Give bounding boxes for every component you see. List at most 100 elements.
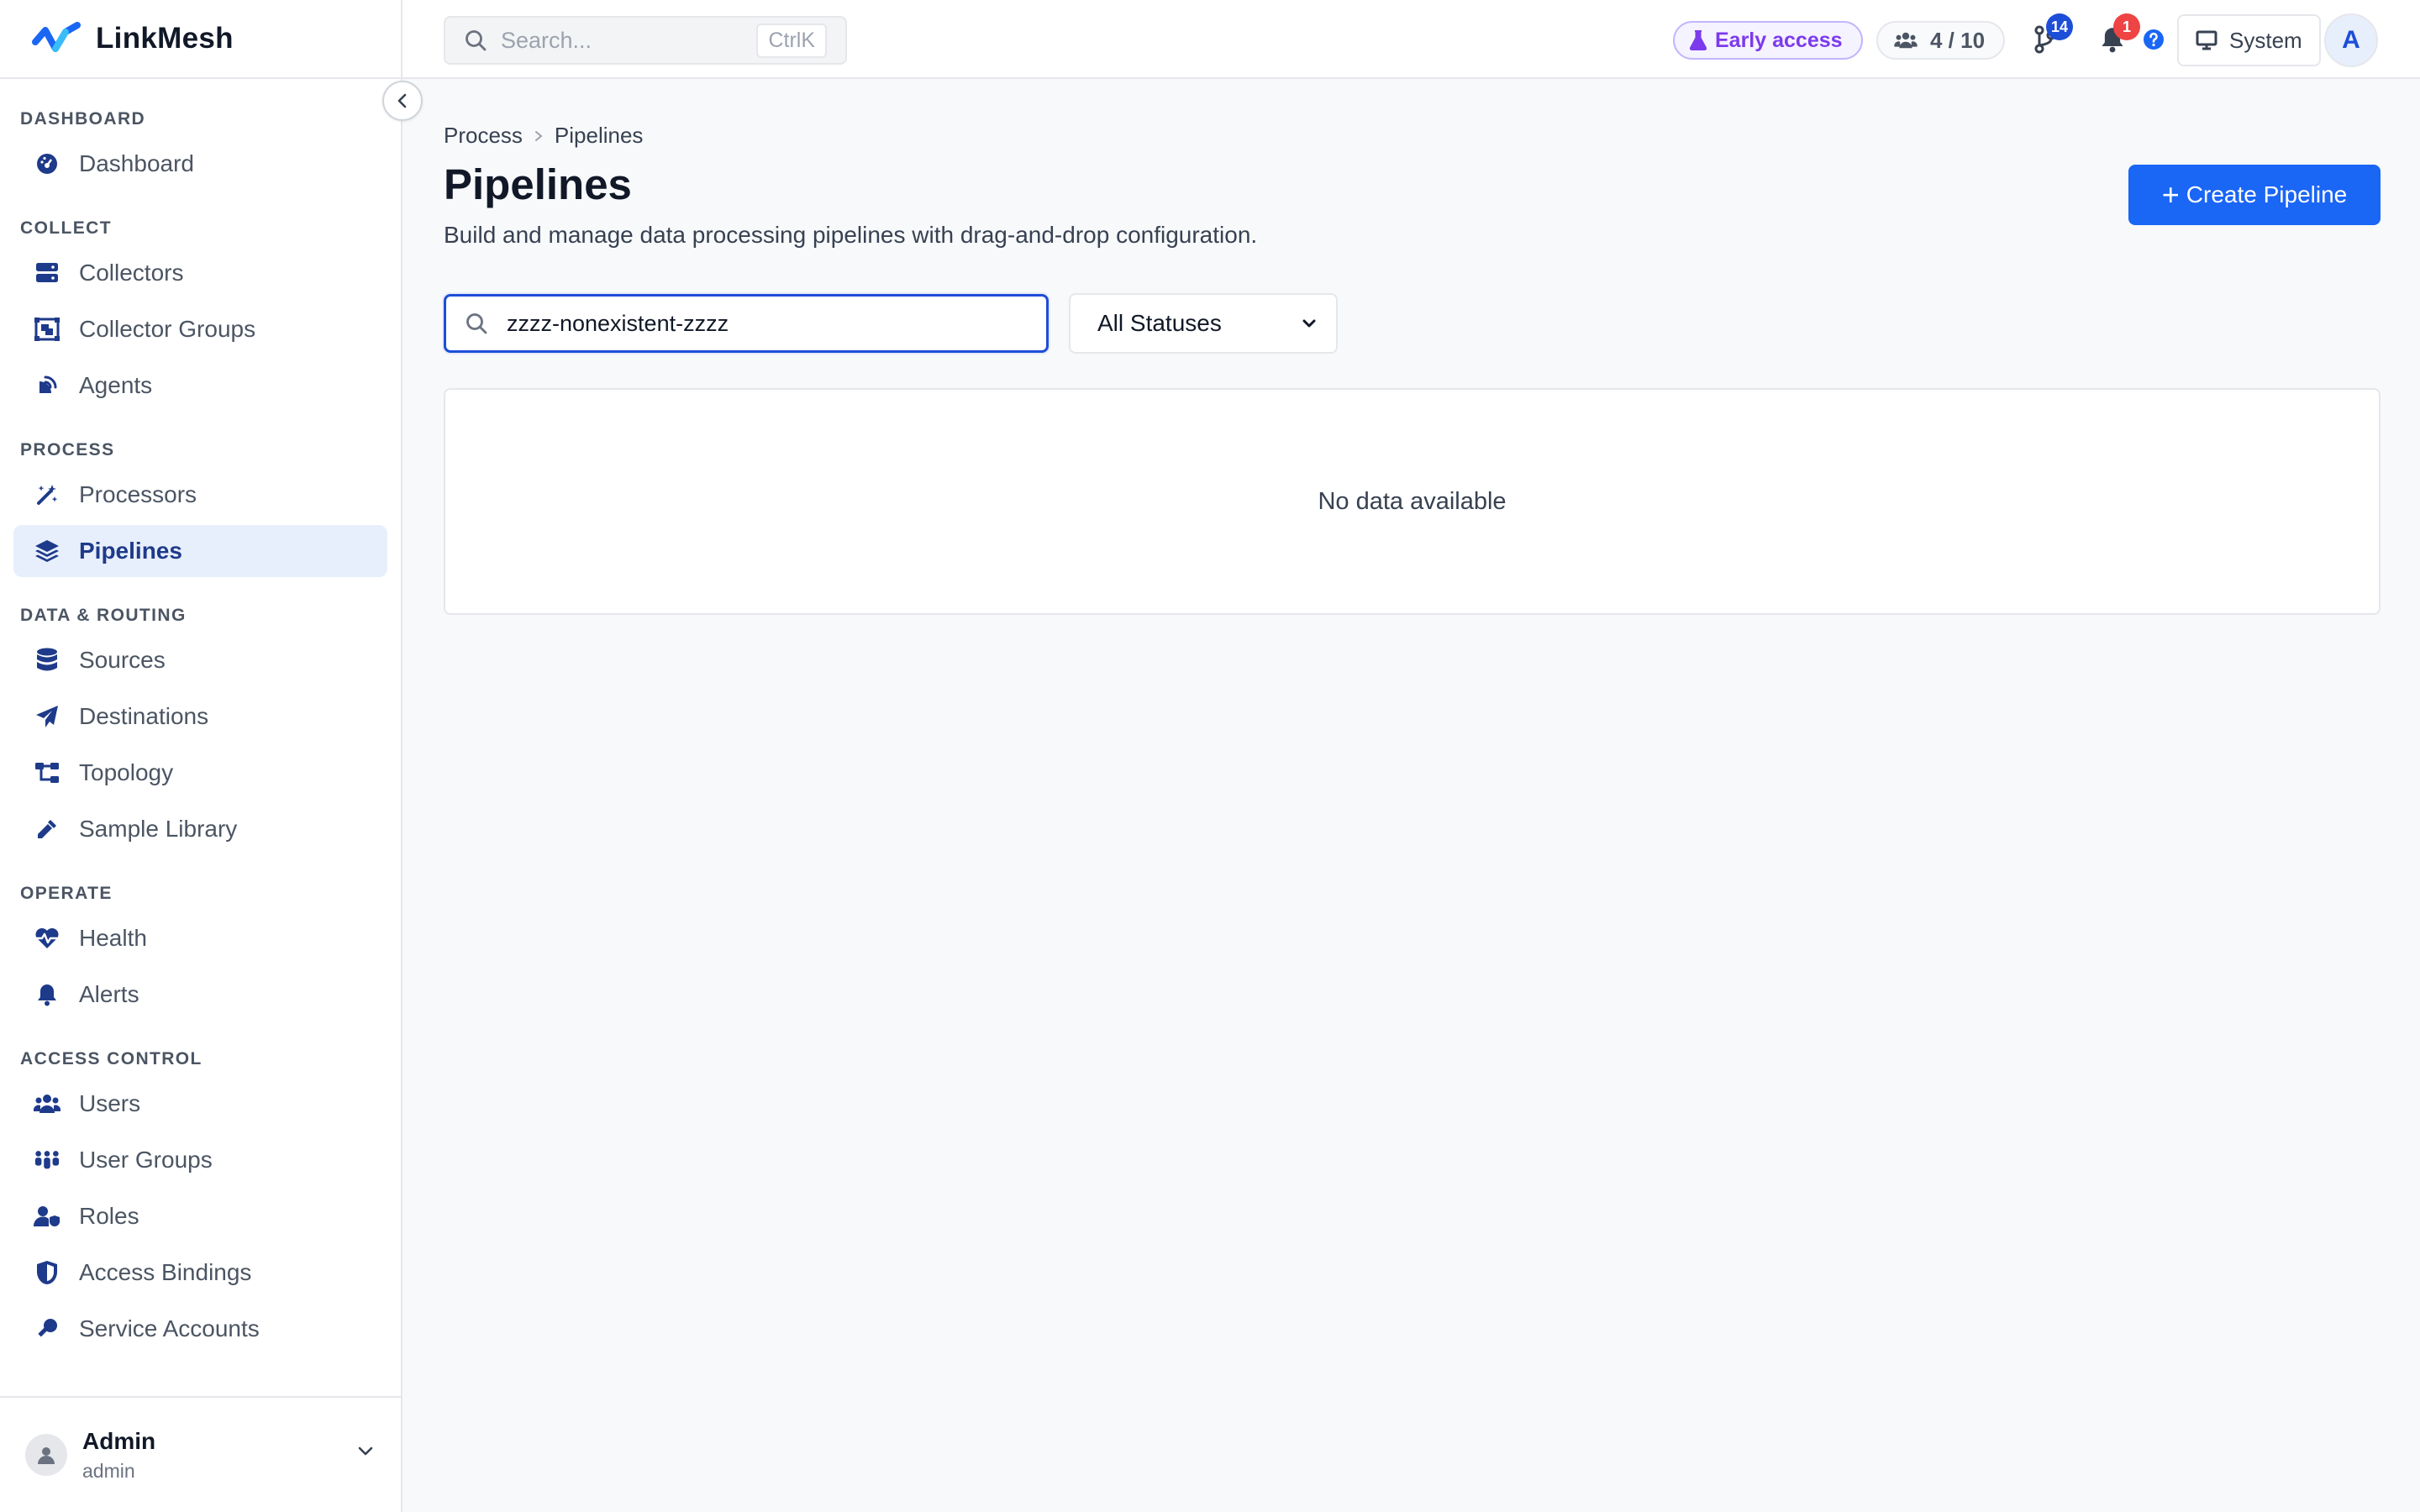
section-title: ACCESS CONTROL [20,1049,203,1068]
nav-section-data-routing: DATA & ROUTING Sources Destinations Topo… [13,606,387,855]
sidebar-item-alerts[interactable]: Alerts [13,969,387,1021]
git-count-badge: 14 [2046,13,2074,40]
git-changes-button[interactable]: 14 [2024,13,2074,60]
nav-section-collect: COLLECT Collectors Collector Groups Agen… [13,218,387,412]
users-icon [34,1090,60,1117]
search-value: zzzz-nonexistent-zzzz [507,310,729,336]
pipeline-search-input[interactable]: zzzz-nonexistent-zzzz [444,294,1049,353]
breadcrumb-current: Pipelines [554,123,644,148]
sidebar-nav: DASHBOARD Dashboard COLLECT Collectors C… [0,81,401,1396]
section-title: DASHBOARD [20,109,146,129]
user-menu[interactable]: Admin admin [0,1396,401,1512]
brand-name: LinkMesh [96,22,234,55]
sitemap-icon [34,759,60,786]
shield-icon [34,1259,60,1286]
global-search-input[interactable]: Search... CtrlK [444,16,847,65]
seats-count: 4 / 10 [1930,27,1986,53]
section-title: DATA & ROUTING [20,606,187,625]
sidebar-item-collectors[interactable]: Collectors [13,247,387,299]
search-shortcut: CtrlK [756,23,827,58]
users-icon [1894,32,1918,49]
sidebar-item-label: Pipelines [79,538,182,564]
sidebar-item-label: Agents [79,372,153,398]
section-title: COLLECT [20,218,112,238]
seats-badge[interactable]: 4 / 10 [1876,21,2006,60]
user-name: Admin [82,1427,156,1454]
sidebar-item-label: Collector Groups [79,316,256,342]
status-selected: All Statuses [1097,310,1222,336]
satellite-dish-icon [34,372,60,399]
sidebar-item-label: Health [79,925,147,951]
user-shield-icon [34,1203,60,1230]
theme-toggle-button[interactable]: System [2177,14,2321,66]
brand[interactable]: LinkMesh [0,0,401,79]
breadcrumb-process[interactable]: Process [444,123,523,149]
sidebar-item-processors[interactable]: Processors [13,469,387,521]
sidebar-item-sample-library[interactable]: Sample Library [13,803,387,855]
nav-section-process: PROCESS Processors Pipelines [13,440,387,577]
section-title: OPERATE [20,884,113,903]
sidebar-item-health[interactable]: Health [13,912,387,964]
sidebar-item-label: Sample Library [79,816,238,842]
collapse-sidebar-button[interactable] [382,81,423,121]
sidebar-item-label: Sources [79,647,166,673]
notifications-button[interactable]: 1 [2091,13,2140,60]
avatar[interactable]: A [2324,13,2378,67]
sidebar-item-label: Topology [79,759,174,785]
create-pipeline-button[interactable]: + Create Pipeline [2128,165,2381,225]
key-icon [34,1315,60,1342]
nav-section-operate: OPERATE Health Alerts [13,884,387,1021]
status-filter-select[interactable]: All Statuses [1069,293,1338,354]
user-info: Admin admin [82,1428,155,1483]
sidebar-item-pipelines[interactable]: Pipelines [13,525,387,577]
search-icon [466,30,487,51]
sidebar-item-collector-groups[interactable]: Collector Groups [13,303,387,355]
sidebar-item-dashboard[interactable]: Dashboard [13,138,387,190]
paper-plane-icon [34,703,60,730]
search-placeholder: Search... [501,27,592,53]
sidebar-item-label: Alerts [79,981,139,1007]
create-pipeline-label: Create Pipeline [2186,181,2348,207]
linkmesh-logo-icon [32,22,81,52]
database-icon [34,647,60,674]
sidebar-item-service-accounts[interactable]: Service Accounts [13,1303,387,1355]
early-access-badge[interactable]: Early access [1673,21,1863,60]
chevron-down-icon [1302,319,1316,328]
user-role: admin [82,1459,135,1482]
dashboard-icon [34,150,60,177]
sidebar-item-user-groups[interactable]: User Groups [13,1134,387,1186]
people-group-icon [34,1147,60,1173]
breadcrumb: Process Pipelines [444,123,643,149]
sidebar-item-destinations[interactable]: Destinations [13,690,387,743]
sidebar-item-label: Processors [79,481,197,507]
sidebar-item-label: Users [79,1090,141,1116]
early-access-label: Early access [1715,28,1843,52]
layers-icon [34,538,60,564]
sidebar-item-roles[interactable]: Roles [13,1190,387,1242]
empty-state-message: No data available [1318,487,1507,515]
page-title: Pipelines [444,160,632,208]
sidebar-item-topology[interactable]: Topology [13,747,387,799]
server-icon [34,260,60,286]
help-icon [2144,29,2164,50]
help-button[interactable] [2133,18,2175,60]
bell-icon [34,981,60,1008]
search-icon [466,313,487,334]
sidebar-item-label: Service Accounts [79,1315,260,1341]
monitor-icon [2196,30,2217,50]
sidebar-item-users[interactable]: Users [13,1078,387,1130]
eyedropper-icon [34,816,60,843]
nav-section-access-control: ACCESS CONTROL Users User Groups Roles A… [13,1049,387,1355]
section-title: PROCESS [20,440,115,459]
nav-section-dashboard: DASHBOARD Dashboard [13,96,387,190]
chevron-down-icon [358,1446,373,1456]
pipelines-table-empty: No data available [444,388,2381,615]
plus-icon: + [2161,177,2180,212]
page-description: Build and manage data processing pipelin… [444,222,1258,248]
sidebar-item-sources[interactable]: Sources [13,634,387,686]
theme-label: System [2229,27,2302,53]
sidebar-item-agents[interactable]: Agents [13,360,387,412]
topbar: Search... CtrlK Early access 4 / 10 14 1… [402,0,2420,79]
sidebar-item-access-bindings[interactable]: Access Bindings [13,1247,387,1299]
sidebar-item-label: Collectors [79,260,184,286]
